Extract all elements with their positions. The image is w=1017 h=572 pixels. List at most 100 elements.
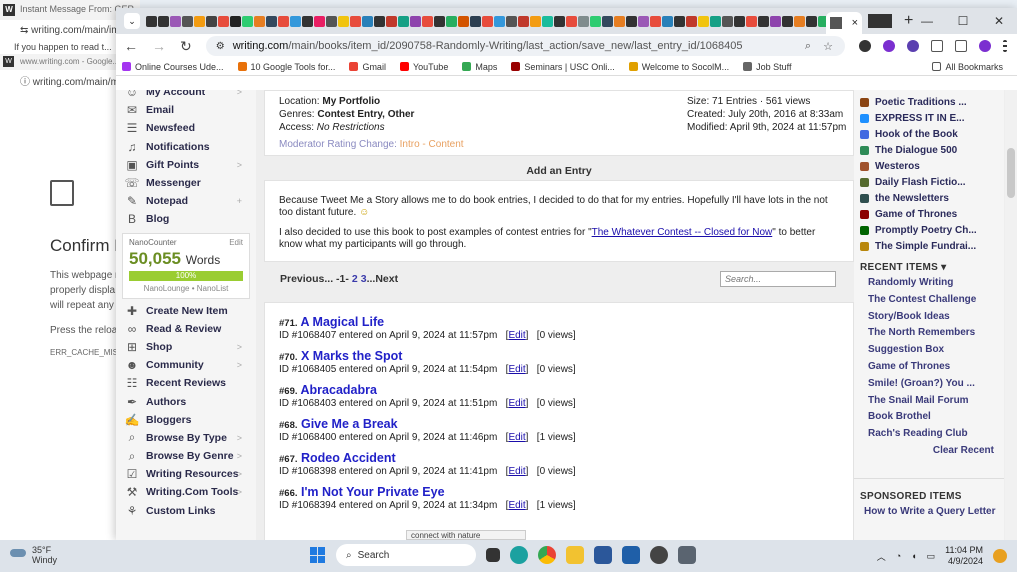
favorite-item[interactable]: The Simple Fundrai... xyxy=(854,238,1004,254)
recent-item[interactable]: The Contest Challenge xyxy=(854,294,1004,311)
entry-edit-link[interactable]: Edit xyxy=(508,466,525,477)
close-window-button[interactable]: ✕ xyxy=(981,8,1017,34)
tab-favicon-icon[interactable] xyxy=(194,15,205,27)
tab-favicon-icon[interactable] xyxy=(746,15,757,27)
nav-item-browse-by-type[interactable]: ⌕ Browse By Type > xyxy=(116,429,256,447)
tab-favicon-icon[interactable] xyxy=(494,15,505,27)
tab-favicon-icon[interactable] xyxy=(602,15,613,27)
tab-favicon-icon[interactable] xyxy=(182,15,193,27)
tab-favicon-icon[interactable] xyxy=(638,15,649,27)
tab-favicon-icon[interactable] xyxy=(686,15,697,27)
site-info-icon[interactable]: ⚙ xyxy=(216,41,225,52)
tab-favicon-icon[interactable] xyxy=(374,15,385,27)
nav-item-my-account[interactable]: ☺ My Account > xyxy=(116,90,256,101)
tab-search-button[interactable]: ⌄ xyxy=(124,13,140,29)
nav-item-browse-by-genre[interactable]: ⌕ Browse By Genre > xyxy=(116,447,256,465)
tab-favicon-icon[interactable] xyxy=(434,15,445,27)
tab-favicon-icon[interactable] xyxy=(446,15,457,27)
bookmark-item[interactable]: Gmail xyxy=(349,62,386,72)
clear-recent-link[interactable]: Clear Recent xyxy=(854,445,1004,456)
contest-link[interactable]: The Whatever Contest -- Closed for Now xyxy=(592,227,773,238)
tab-favicon-icon[interactable] xyxy=(758,15,769,27)
nav-item-newsfeed[interactable]: ☰ Newsfeed xyxy=(116,119,256,137)
tab-favicon-icon[interactable] xyxy=(170,15,181,27)
nav-item-authors[interactable]: ✒ Authors xyxy=(116,392,256,410)
media-icon[interactable] xyxy=(650,546,668,564)
entry-edit-link[interactable]: Edit xyxy=(508,364,525,375)
tab-favicon-icon[interactable] xyxy=(302,15,313,27)
tab-favicon-icon[interactable] xyxy=(818,15,826,27)
nav-item-writing-resources[interactable]: ☑ Writing Resources > xyxy=(116,465,256,483)
tab-favicon-icon[interactable] xyxy=(422,15,433,27)
tab-close-button[interactable]: × xyxy=(852,17,858,29)
tab-favicon-icon[interactable] xyxy=(230,15,241,27)
nav-item-blog[interactable]: B Blog xyxy=(116,210,256,228)
tab-favicon-icon[interactable] xyxy=(146,15,157,27)
tab-favicon-icon[interactable] xyxy=(650,15,661,27)
tab-favicon-icon[interactable] xyxy=(410,15,421,27)
tab-favicon-icon[interactable] xyxy=(626,15,637,27)
tab-favicon-icon[interactable] xyxy=(554,15,565,27)
tab-favicon-icon[interactable] xyxy=(566,15,577,27)
next-tab[interactable] xyxy=(868,14,892,28)
recent-item[interactable]: Suggestion Box xyxy=(854,344,1004,361)
tab-favicon-icon[interactable] xyxy=(722,15,733,27)
recent-items-header[interactable]: RECENT ITEMS ▾ xyxy=(854,254,1004,277)
nav-item-notifications[interactable]: ♫ Notifications xyxy=(116,138,256,156)
search-input[interactable] xyxy=(720,271,836,287)
favorite-item[interactable]: Hook of the Book xyxy=(854,126,1004,142)
next-link[interactable]: Next xyxy=(375,273,398,285)
entry-edit-link[interactable]: Edit xyxy=(508,432,525,443)
sidepanel-icon[interactable] xyxy=(955,40,967,52)
tray-chevron-icon[interactable]: ︿ xyxy=(877,550,886,563)
favorite-item[interactable]: The Dialogue 500 xyxy=(854,142,1004,158)
zoom-icon[interactable]: ⌕ xyxy=(805,40,811,53)
word-icon[interactable] xyxy=(594,546,612,564)
tab-favicon-icon[interactable] xyxy=(698,15,709,27)
previous-link[interactable]: Previous xyxy=(280,273,324,285)
file-explorer-icon[interactable] xyxy=(566,546,584,564)
nav-item-create-new-item[interactable]: ✚ Create New Item xyxy=(116,302,256,320)
tab-favicon-icon[interactable] xyxy=(482,15,493,27)
tab-favicon-icon[interactable] xyxy=(398,15,409,27)
sponsored-link[interactable]: How to Write a Query Letter xyxy=(854,506,1004,523)
taskbar-search[interactable]: ⌕ Search xyxy=(336,544,476,566)
recent-item[interactable]: Game of Thrones xyxy=(854,361,1004,378)
counter-edit-link[interactable]: Edit xyxy=(229,238,243,247)
mail-icon[interactable] xyxy=(622,546,640,564)
nano-links[interactable]: NanoLounge • NanoList xyxy=(129,284,243,293)
clock[interactable]: 11:04 PM 4/9/2024 xyxy=(945,545,983,567)
tab-favicon-icon[interactable] xyxy=(290,15,301,27)
tab-favicon-icon[interactable] xyxy=(206,15,217,27)
tab-favicon-icon[interactable] xyxy=(530,15,541,27)
bookmark-item[interactable]: Seminars | USC Onli... xyxy=(511,62,615,72)
tab-favicon-icon[interactable] xyxy=(794,15,805,27)
bookmark-item[interactable]: Online Courses Ude... xyxy=(122,62,224,72)
extension-icon[interactable] xyxy=(907,40,919,52)
nav-item-writing-com-tools[interactable]: ⚒ Writing.Com Tools > xyxy=(116,483,256,501)
notification-icon[interactable] xyxy=(993,549,1007,563)
recent-item[interactable]: Randomly Writing xyxy=(854,277,1004,294)
nav-item-messenger[interactable]: ☏ Messenger xyxy=(116,174,256,192)
tab-favicon-icon[interactable] xyxy=(386,15,397,27)
tab-favicon-icon[interactable] xyxy=(590,15,601,27)
recent-item[interactable]: Book Brothel xyxy=(854,411,1004,428)
maximize-button[interactable]: ☐ xyxy=(945,8,981,34)
nav-item-bloggers[interactable]: ✍ Bloggers xyxy=(116,411,256,429)
tab-favicon-icon[interactable] xyxy=(314,15,325,27)
tab-favicon-icon[interactable] xyxy=(266,15,277,27)
tab-favicon-icon[interactable] xyxy=(338,15,349,27)
tab-favicon-icon[interactable] xyxy=(806,15,817,27)
battery-icon[interactable]: ▭ xyxy=(927,551,936,562)
tab-favicon-icon[interactable] xyxy=(362,15,373,27)
nav-item-shop[interactable]: ⊞ Shop > xyxy=(116,338,256,356)
extension-icon[interactable] xyxy=(883,40,895,52)
tab-favicon-icon[interactable] xyxy=(614,15,625,27)
tab-favicon-icon[interactable] xyxy=(278,15,289,27)
profile-avatar[interactable] xyxy=(979,40,991,52)
tab-favicon-icon[interactable] xyxy=(326,15,337,27)
nav-item-custom-links[interactable]: ⚘ Custom Links xyxy=(116,502,256,520)
bookmark-item[interactable]: 10 Google Tools for... xyxy=(237,62,335,72)
puzzle-icon[interactable] xyxy=(931,40,943,52)
nav-item-email[interactable]: ✉ Email xyxy=(116,101,256,119)
